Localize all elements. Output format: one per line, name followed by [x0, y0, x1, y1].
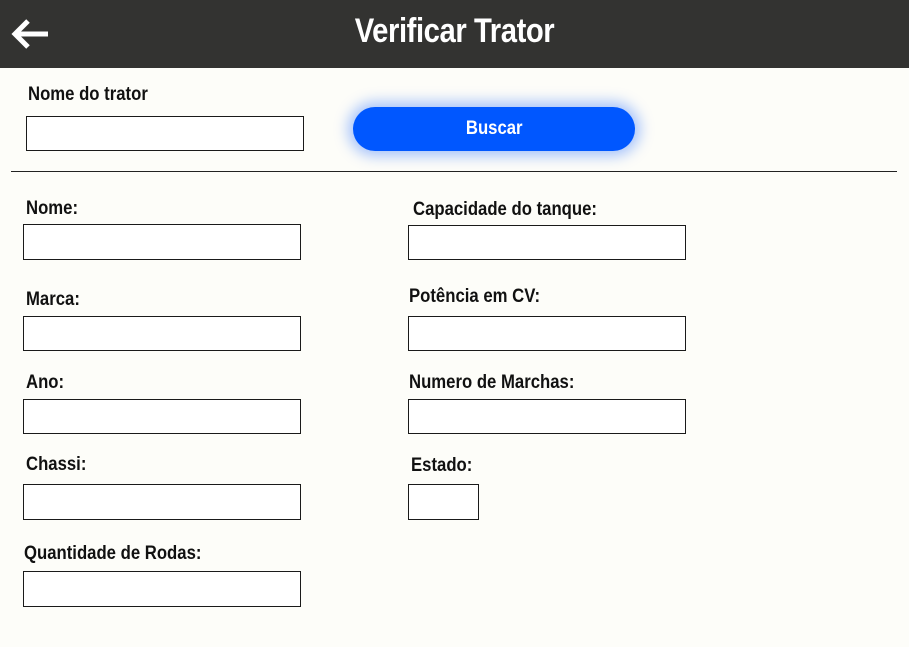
nome-label: Nome: — [26, 198, 79, 219]
estado-field[interactable] — [408, 484, 479, 520]
estado-label: Estado: — [411, 455, 473, 476]
tractor-name-search-input[interactable] — [26, 116, 304, 151]
potencia-cv-label: Potência em CV: — [409, 286, 541, 307]
search-button-label: Buscar — [465, 118, 523, 139]
ano-label: Ano: — [26, 372, 65, 393]
capacidade-tanque-field[interactable] — [408, 225, 686, 260]
page-title: Verificar Trator — [354, 12, 555, 50]
quantidade-rodas-field[interactable] — [23, 571, 301, 607]
potencia-cv-field[interactable] — [408, 316, 686, 351]
arrow-left-icon — [11, 19, 48, 49]
chassi-field[interactable] — [23, 484, 301, 520]
nome-field[interactable] — [23, 224, 301, 260]
numero-marchas-field[interactable] — [408, 399, 686, 434]
quantidade-rodas-label: Quantidade de Rodas: — [24, 543, 202, 564]
capacidade-tanque-label: Capacidade do tanque: — [413, 199, 597, 220]
chassi-label: Chassi: — [26, 454, 87, 475]
divider — [11, 171, 897, 172]
search-label: Nome do trator — [28, 84, 148, 105]
ano-field[interactable] — [23, 399, 301, 434]
search-button[interactable]: Buscar — [353, 107, 635, 151]
marca-field[interactable] — [23, 316, 301, 351]
back-button[interactable] — [8, 14, 52, 54]
marca-label: Marca: — [26, 289, 80, 310]
app-header: Verificar Trator — [0, 0, 909, 68]
numero-marchas-label: Numero de Marchas: — [409, 372, 575, 393]
